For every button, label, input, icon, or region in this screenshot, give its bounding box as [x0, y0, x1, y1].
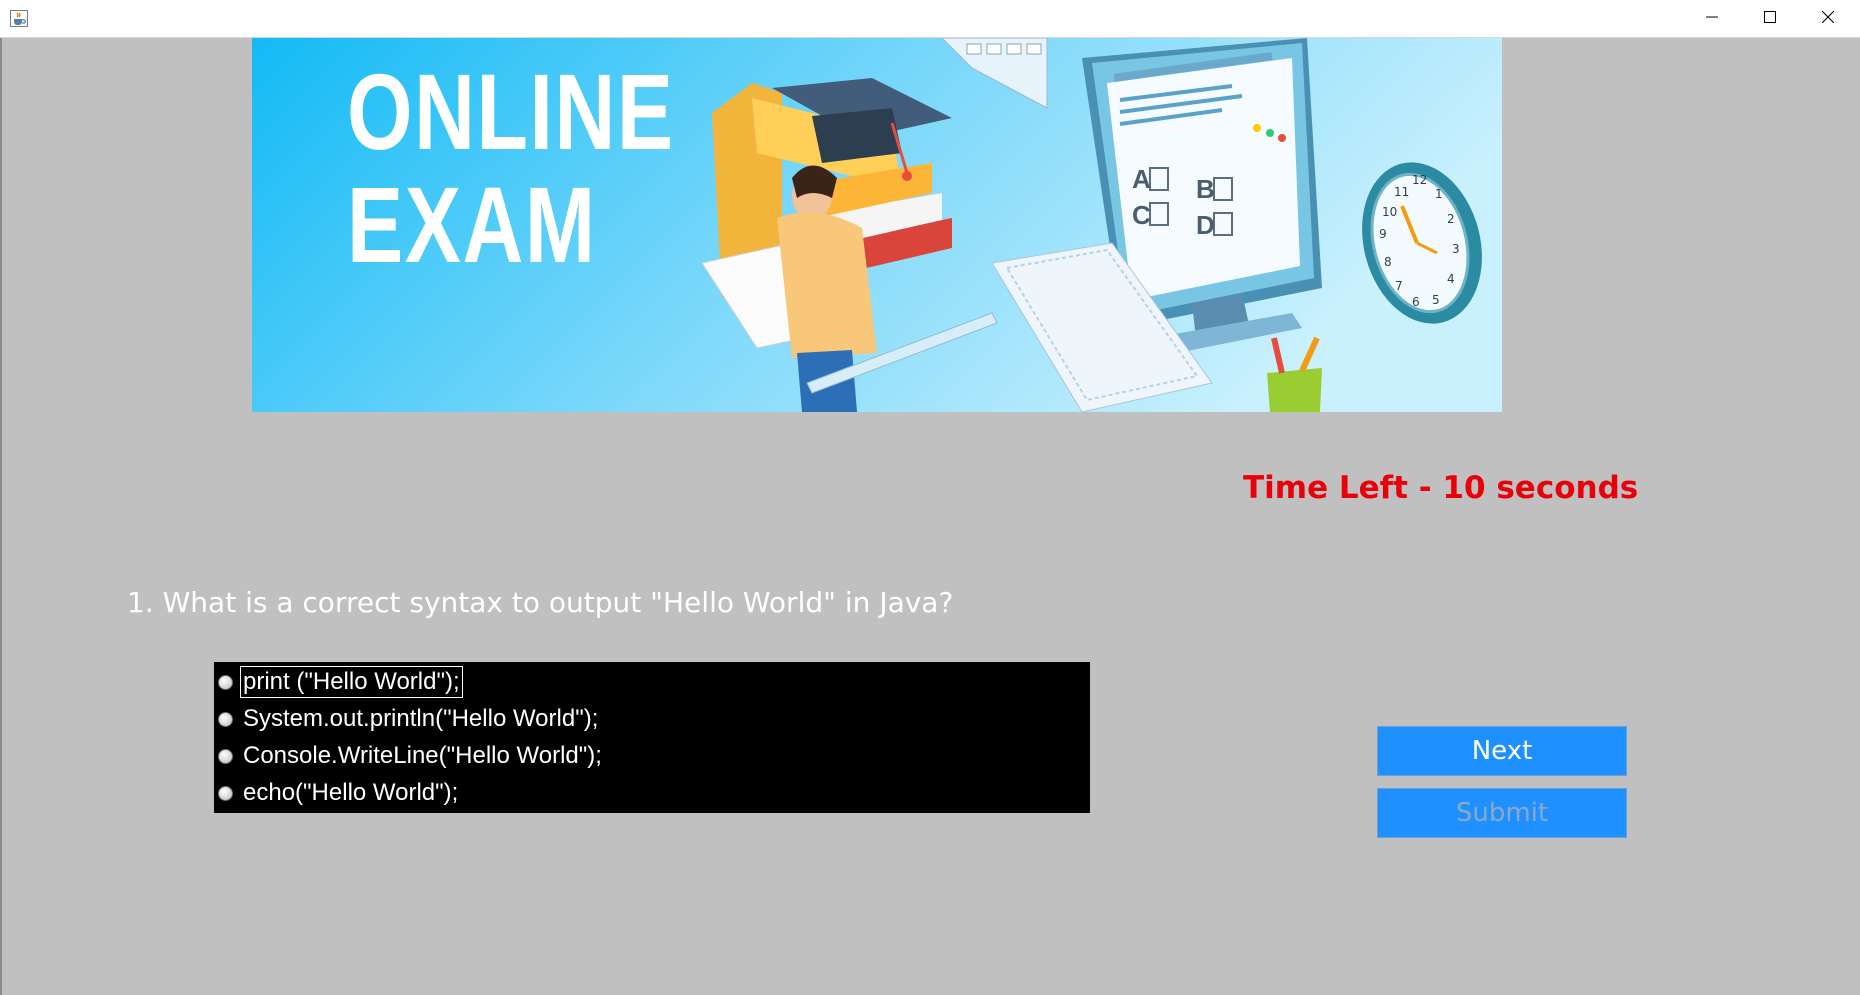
java-coffee-icon[interactable]: [10, 10, 28, 27]
option-4-label[interactable]: echo("Hello World");: [241, 778, 460, 808]
minimize-button[interactable]: [1683, 0, 1741, 37]
screen-letter-a: A: [1132, 164, 1151, 194]
maximize-button[interactable]: [1741, 0, 1799, 37]
clock-number-11: 11: [1394, 185, 1409, 199]
clock-number-4: 4: [1447, 272, 1455, 286]
radio-icon[interactable]: [218, 785, 233, 801]
clock-number-6: 6: [1412, 295, 1420, 309]
maximize-icon: [1764, 10, 1776, 28]
screen-letter-d: D: [1196, 210, 1215, 240]
screen-letter-b: B: [1196, 174, 1215, 204]
clock-number-7: 7: [1395, 279, 1403, 293]
clock-number-2: 2: [1447, 212, 1455, 226]
option-2-radio[interactable]: System.out.println("Hello World");: [218, 702, 600, 736]
option-3-radio[interactable]: Console.WriteLine("Hello World");: [218, 739, 604, 773]
radio-icon[interactable]: [218, 748, 233, 764]
option-1-radio[interactable]: print ("Hello World");: [218, 665, 463, 699]
answer-options-panel: print ("Hello World"); System.out.printl…: [214, 662, 1090, 813]
screen-letter-c: C: [1132, 200, 1151, 230]
window-titlebar: [0, 0, 1860, 38]
radio-icon[interactable]: [218, 674, 233, 690]
online-exam-banner: A B C D 12 1 2 3 4 5 6 7 8 9 10 11 ONLIN…: [252, 38, 1502, 412]
submit-button[interactable]: Submit: [1377, 788, 1627, 838]
clock-number-9: 9: [1379, 227, 1387, 241]
question-text: 1. What is a correct syntax to output "H…: [127, 586, 954, 619]
clock-number-12: 12: [1412, 173, 1427, 187]
option-2-label[interactable]: System.out.println("Hello World");: [241, 704, 600, 734]
close-button[interactable]: [1799, 0, 1857, 37]
banner-title-online: ONLINE: [347, 51, 675, 172]
option-1-label[interactable]: print ("Hello World");: [240, 666, 463, 698]
radio-icon[interactable]: [218, 711, 233, 727]
clock-number-5: 5: [1432, 293, 1440, 307]
option-3-label[interactable]: Console.WriteLine("Hello World");: [241, 741, 604, 771]
clock-number-8: 8: [1384, 255, 1392, 269]
clock-number-3: 3: [1452, 242, 1460, 256]
clock-number-1: 1: [1435, 187, 1443, 201]
option-4-radio[interactable]: echo("Hello World");: [218, 776, 460, 810]
time-left-label: Time Left - 10 seconds: [1243, 470, 1639, 506]
next-button[interactable]: Next: [1377, 726, 1627, 776]
banner-title-exam: EXAM: [347, 164, 597, 285]
close-icon: [1821, 10, 1835, 28]
minimize-icon: [1706, 10, 1718, 28]
clock-number-10: 10: [1382, 205, 1397, 219]
